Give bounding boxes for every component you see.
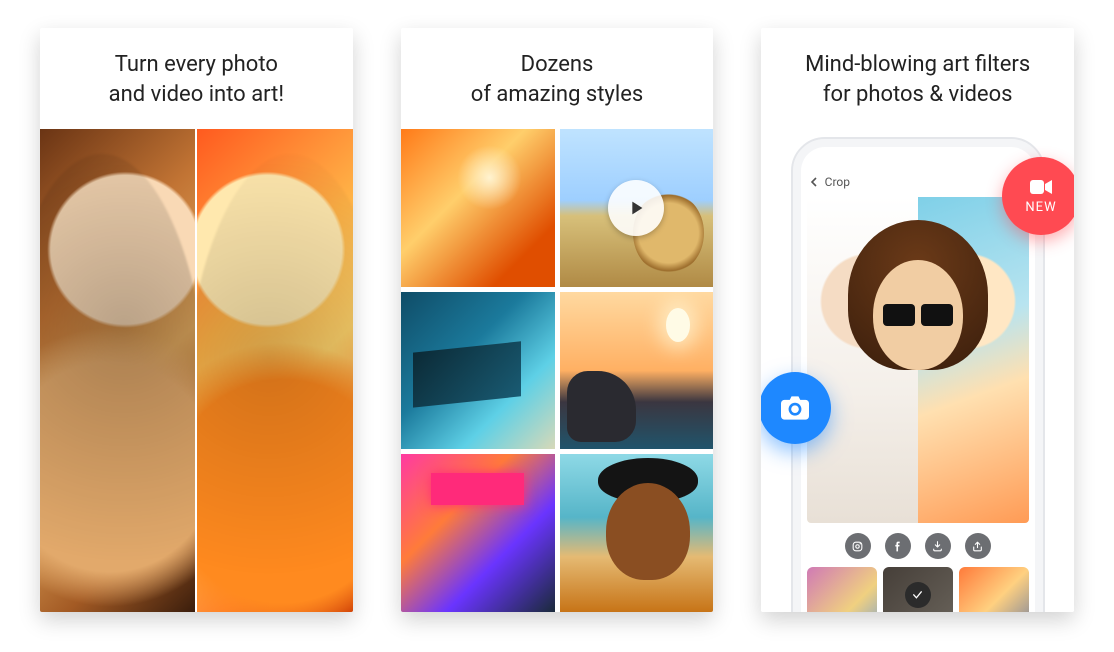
back-label: Crop bbox=[825, 175, 850, 189]
facebook-icon[interactable] bbox=[885, 533, 911, 559]
filter-tears[interactable]: Tears bbox=[807, 567, 877, 612]
sunglasses-icon bbox=[883, 304, 953, 326]
promo2-title-line2: of amazing styles bbox=[471, 82, 643, 107]
style-tile-portrait[interactable] bbox=[401, 129, 555, 287]
promo3-title-line1: Mind-blowing art filters bbox=[805, 52, 1030, 77]
style-tile-sunset[interactable] bbox=[560, 292, 714, 450]
style-tile-field-video[interactable] bbox=[560, 129, 714, 287]
promo-card-1-title: Turn every photo and video into art! bbox=[40, 28, 353, 129]
promo-card-3: Mind-blowing art filters for photos & vi… bbox=[761, 28, 1074, 612]
promo-card-2: Dozens of amazing styles bbox=[401, 28, 714, 612]
preview-split bbox=[807, 197, 1029, 523]
style-tile-boat[interactable] bbox=[401, 292, 555, 450]
promo-card-3-title: Mind-blowing art filters for photos & vi… bbox=[761, 28, 1074, 129]
chevron-left-icon bbox=[809, 177, 819, 187]
after-image bbox=[197, 129, 352, 612]
promo-card-1: Turn every photo and video into art! bbox=[40, 28, 353, 612]
promo2-title-line1: Dozens bbox=[521, 52, 594, 77]
check-icon bbox=[905, 582, 931, 608]
phone-mock-area: NEW Crop bbox=[761, 129, 1074, 612]
instagram-icon[interactable] bbox=[845, 533, 871, 559]
before-after-image bbox=[40, 129, 353, 612]
camera-icon bbox=[781, 396, 809, 420]
style-grid bbox=[401, 129, 714, 612]
before-image bbox=[40, 129, 195, 612]
filter-mononoke[interactable]: Mononoke bbox=[959, 567, 1029, 612]
filters-row: Tears Composition Mononoke bbox=[807, 567, 1029, 612]
phone-screen: Crop bbox=[807, 173, 1029, 612]
play-icon[interactable] bbox=[608, 180, 664, 236]
style-tile-woman[interactable] bbox=[560, 454, 714, 612]
back-crop-button[interactable]: Crop bbox=[807, 173, 1029, 197]
video-icon bbox=[1029, 178, 1053, 196]
new-badge-label: NEW bbox=[1025, 200, 1056, 215]
style-tile-street[interactable] bbox=[401, 454, 555, 612]
screenshot-row: Turn every photo and video into art! Doz… bbox=[0, 0, 1114, 652]
promo-card-2-title: Dozens of amazing styles bbox=[401, 28, 714, 129]
filter-composition[interactable]: Composition bbox=[883, 567, 953, 612]
promo1-title-line1: Turn every photo bbox=[115, 52, 278, 77]
share-row bbox=[807, 523, 1029, 567]
promo3-title-line2: for photos & videos bbox=[823, 82, 1013, 107]
download-icon[interactable] bbox=[925, 533, 951, 559]
promo1-title-line2: and video into art! bbox=[109, 82, 284, 107]
share-icon[interactable] bbox=[965, 533, 991, 559]
new-video-badge: NEW bbox=[1002, 157, 1074, 235]
